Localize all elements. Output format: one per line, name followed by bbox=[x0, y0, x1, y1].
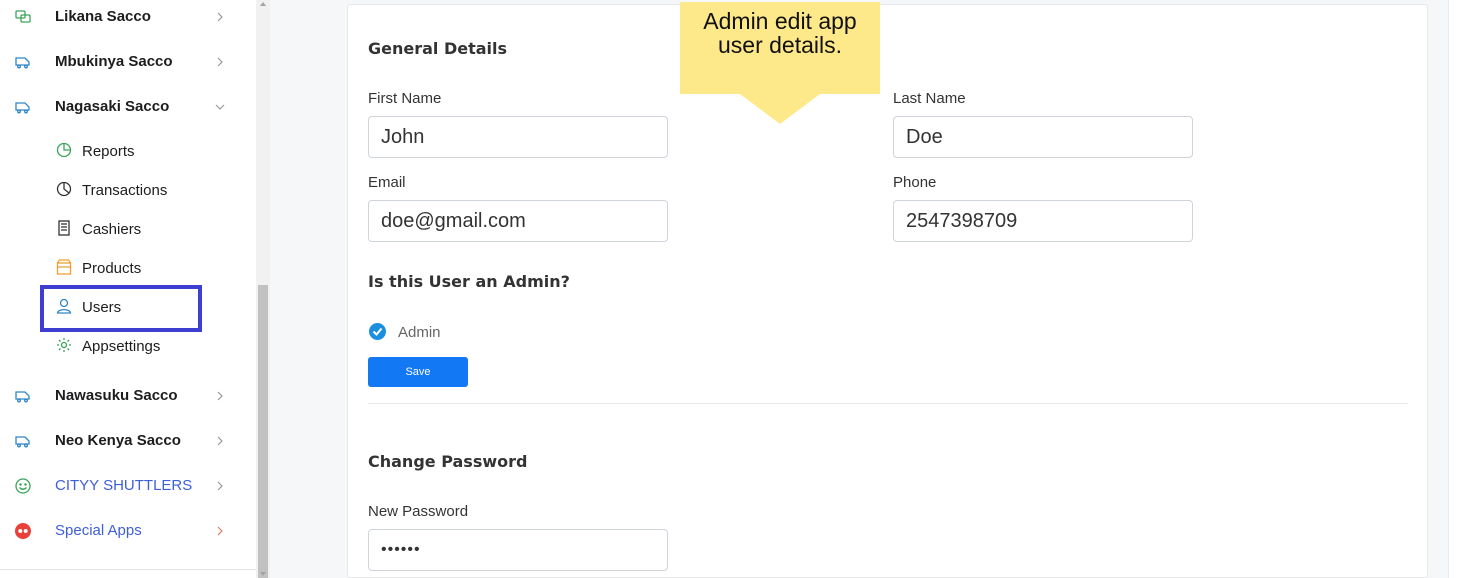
sidebar-item-mbukinya-sacco[interactable]: Mbukinya Sacco bbox=[0, 47, 256, 77]
chevron-right-icon bbox=[217, 481, 223, 491]
submenu-item-appsettings[interactable]: Appsettings bbox=[55, 334, 235, 360]
sidebar-item-label: Neo Kenya Sacco bbox=[55, 432, 181, 449]
admin-section-title: Is this User an Admin? bbox=[368, 272, 570, 291]
chevron-right-icon bbox=[217, 57, 223, 67]
sidebar-divider bbox=[0, 569, 256, 570]
receipt-icon bbox=[58, 220, 70, 236]
first-name-label: First Name bbox=[368, 90, 442, 107]
chat-bubbles-icon bbox=[15, 10, 31, 23]
submenu-item-cashiers[interactable]: Cashiers bbox=[55, 217, 235, 243]
sidebar-item-label: Special Apps bbox=[55, 522, 142, 539]
right-panel bbox=[1448, 0, 1471, 578]
sidebar-item-label: Likana Sacco bbox=[55, 8, 151, 25]
admin-checkbox[interactable] bbox=[369, 323, 386, 340]
sidebar-item-label: Nagasaki Sacco bbox=[55, 98, 170, 115]
submenu-item-transactions[interactable]: Transactions bbox=[55, 178, 235, 204]
sidebar-item-label: CITYY SHUTTLERS bbox=[55, 477, 193, 494]
user-edit-card bbox=[347, 4, 1428, 578]
section-divider bbox=[368, 403, 1408, 404]
chevron-right-icon bbox=[217, 526, 223, 536]
new-password-input[interactable]: •••••• bbox=[368, 529, 668, 571]
bus-icon bbox=[15, 436, 30, 448]
sidebar-item-label: Nawasuku Sacco bbox=[55, 387, 178, 404]
sidebar-item-special-apps[interactable]: Special Apps bbox=[0, 516, 256, 546]
submenu-item-reports[interactable]: Reports bbox=[55, 139, 235, 165]
annotation-callout-text: Admin edit app user details. bbox=[680, 9, 880, 57]
sidebar-item-nawasuku-sacco[interactable]: Nawasuku Sacco bbox=[0, 381, 256, 411]
apps-icon bbox=[15, 523, 31, 539]
pie-chart-icon bbox=[56, 142, 72, 158]
bus-icon bbox=[15, 391, 30, 403]
scroll-down-arrow-icon[interactable] bbox=[260, 572, 266, 576]
phone-input[interactable]: 2547398709 bbox=[893, 200, 1193, 242]
check-icon bbox=[372, 327, 383, 336]
new-password-label: New Password bbox=[368, 503, 469, 520]
change-password-title: Change Password bbox=[368, 452, 528, 471]
email-input[interactable]: doe@gmail.com bbox=[368, 200, 668, 242]
email-label: Email bbox=[368, 174, 406, 191]
chevron-down-icon bbox=[215, 104, 225, 110]
annotation-line-2: user details. bbox=[717, 32, 842, 58]
phone-label: Phone bbox=[893, 174, 937, 191]
submenu-item-label: Reports bbox=[82, 143, 135, 160]
admin-option-label: Admin bbox=[398, 324, 441, 341]
submenu-item-label: Appsettings bbox=[82, 338, 161, 355]
submenu-item-label: Products bbox=[82, 260, 142, 277]
sidebar-item-nagasaki-sacco[interactable]: Nagasaki Sacco bbox=[0, 92, 256, 122]
sidebar-item-label: Mbukinya Sacco bbox=[55, 53, 173, 70]
pie-chart-icon bbox=[56, 181, 72, 197]
sidebar-item-likana-sacco[interactable]: Likana Sacco bbox=[0, 2, 256, 32]
last-name-label: Last Name bbox=[893, 90, 966, 107]
sidebar-item-cityy-shuttlers[interactable]: CITYY SHUTTLERS bbox=[0, 471, 256, 501]
scrollbar-thumb[interactable] bbox=[258, 285, 268, 578]
chevron-right-icon bbox=[217, 436, 223, 446]
box-icon bbox=[56, 259, 72, 275]
annotation-line-1: Admin edit app bbox=[703, 8, 857, 34]
sidebar-item-neo-kenya-sacco[interactable]: Neo Kenya Sacco bbox=[0, 426, 256, 456]
scroll-up-arrow-icon[interactable] bbox=[260, 2, 266, 6]
bus-icon bbox=[15, 102, 30, 114]
users-highlight-box bbox=[40, 285, 202, 332]
general-details-title: General Details bbox=[368, 39, 508, 58]
chevron-right-icon bbox=[217, 391, 223, 401]
submenu-item-label: Cashiers bbox=[82, 221, 142, 238]
annotation-callout-tail bbox=[740, 94, 820, 124]
chevron-right-icon bbox=[217, 12, 223, 22]
bus-icon bbox=[15, 57, 30, 69]
submenu-item-products[interactable]: Products bbox=[55, 256, 235, 282]
submenu-item-label: Transactions bbox=[82, 182, 168, 199]
smiley-icon bbox=[15, 478, 31, 494]
gear-icon bbox=[57, 338, 71, 352]
save-button[interactable]: Save bbox=[368, 357, 468, 387]
sidebar: Likana Sacco Mbukinya Sacco Nagasaki Sac… bbox=[0, 0, 256, 578]
sidebar-scrollbar[interactable] bbox=[256, 0, 270, 578]
last-name-input[interactable]: Doe bbox=[893, 116, 1193, 158]
first-name-input[interactable]: John bbox=[368, 116, 668, 158]
